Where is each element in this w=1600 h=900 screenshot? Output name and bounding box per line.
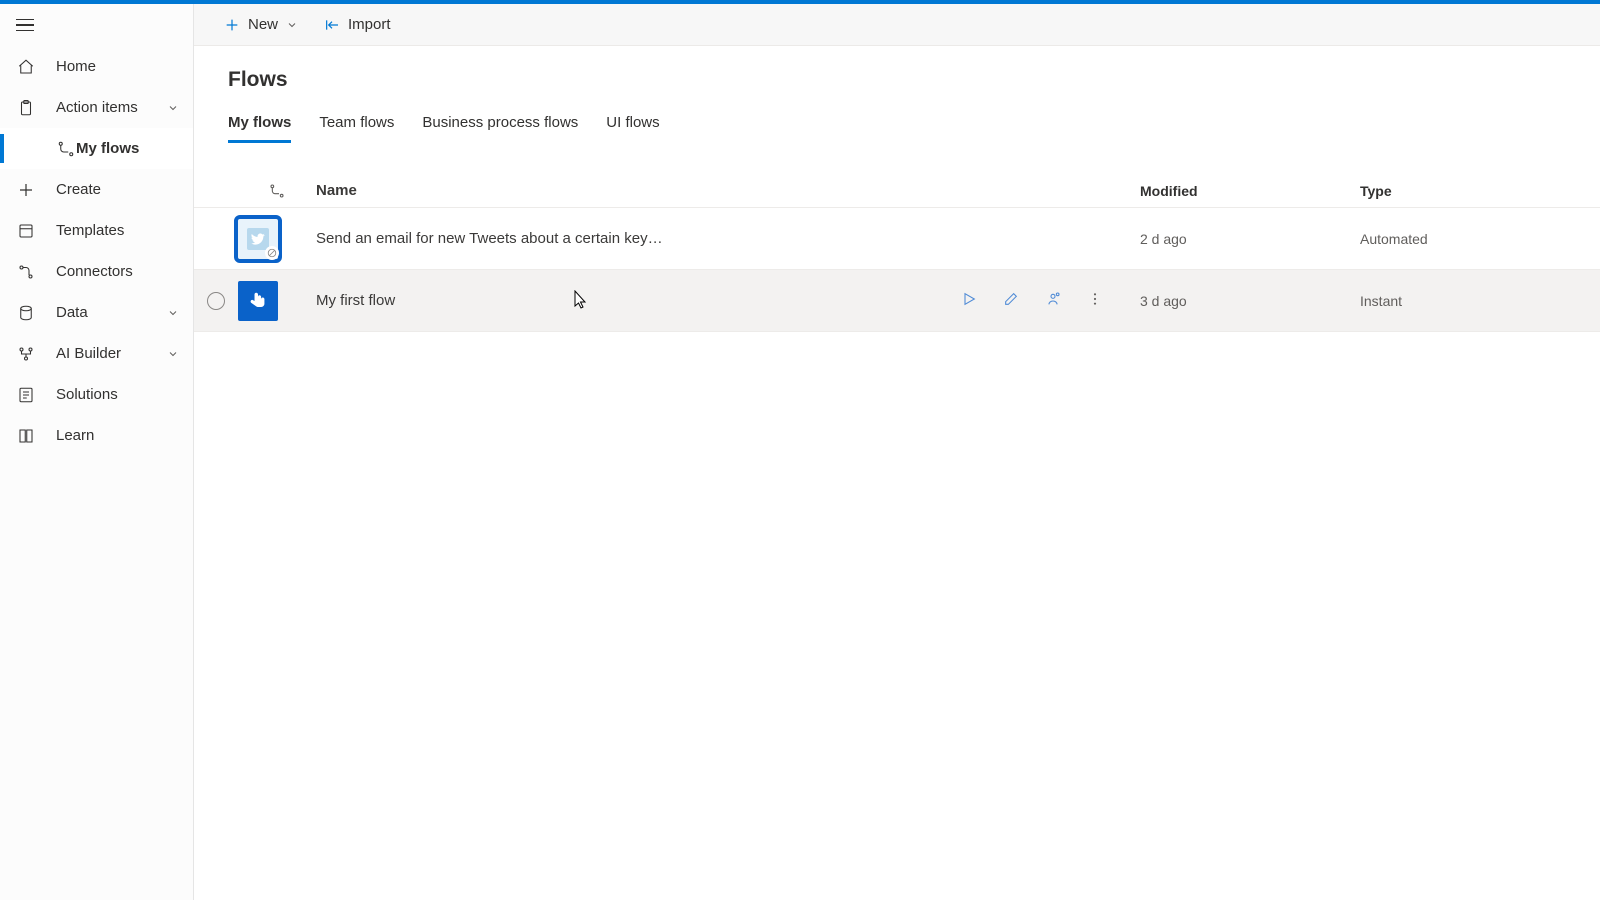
- nav-templates[interactable]: Templates: [0, 210, 193, 251]
- new-button-label: New: [248, 16, 278, 33]
- list-row[interactable]: My first flow: [194, 270, 1600, 332]
- hamburger-row: [0, 4, 193, 46]
- solutions-icon: [16, 385, 36, 405]
- nav-label: Connectors: [56, 263, 133, 280]
- list-header: Name Modified Type: [194, 174, 1600, 208]
- flow-icon: [56, 139, 76, 159]
- nav-learn[interactable]: Learn: [0, 415, 193, 456]
- column-type[interactable]: Type: [1360, 183, 1580, 199]
- clipboard-icon: [16, 98, 36, 118]
- nav-connectors[interactable]: Connectors: [0, 251, 193, 292]
- nav-label: Create: [56, 181, 101, 198]
- edit-icon[interactable]: [1002, 290, 1020, 308]
- flow-modified: 3 d ago: [1140, 293, 1360, 309]
- flow-icon-twitter: [238, 219, 278, 259]
- ai-builder-icon: [16, 344, 36, 364]
- flow-type: Instant: [1360, 293, 1580, 309]
- nav-solutions[interactable]: Solutions: [0, 374, 193, 415]
- chevron-down-icon: [286, 19, 298, 31]
- chevron-down-icon: [167, 102, 179, 114]
- plus-icon: [16, 180, 36, 200]
- import-button-label: Import: [348, 16, 391, 33]
- nav-action-items[interactable]: Action items: [0, 87, 193, 128]
- nav-label: Data: [56, 304, 88, 321]
- nav-label: Learn: [56, 427, 94, 444]
- disabled-badge-icon: [265, 246, 279, 260]
- flow-name[interactable]: Send an email for new Tweets about a cer…: [316, 230, 960, 247]
- flows-list: Name Modified Type: [194, 144, 1600, 332]
- column-name[interactable]: Name: [316, 182, 960, 199]
- nav-label: My flows: [76, 140, 139, 157]
- left-nav: Home Action items My flows: [0, 4, 194, 900]
- nav-home[interactable]: Home: [0, 46, 193, 87]
- connectors-icon: [16, 262, 36, 282]
- tabs: My flows Team flows Business process flo…: [194, 106, 1600, 144]
- flow-type: Automated: [1360, 231, 1580, 247]
- row-select-radio[interactable]: [207, 292, 225, 310]
- data-icon: [16, 303, 36, 323]
- tab-ui-flows[interactable]: UI flows: [606, 106, 659, 143]
- page-title: Flows: [194, 46, 1600, 106]
- import-button[interactable]: Import: [318, 4, 397, 45]
- row-actions: [960, 290, 1104, 308]
- nav-label: AI Builder: [56, 345, 121, 362]
- list-row[interactable]: Send an email for new Tweets about a cer…: [194, 208, 1600, 270]
- tab-business-process-flows[interactable]: Business process flows: [422, 106, 578, 143]
- tab-my-flows[interactable]: My flows: [228, 106, 291, 143]
- flow-name[interactable]: My first flow: [316, 292, 960, 309]
- nav-label: Templates: [56, 222, 124, 239]
- more-icon[interactable]: [1086, 290, 1104, 308]
- main-content: New Import Flows My flows Team flows Bus…: [194, 4, 1600, 900]
- nav-label: Solutions: [56, 386, 118, 403]
- command-bar: New Import: [194, 4, 1600, 46]
- share-icon[interactable]: [1044, 290, 1062, 308]
- flow-icon-instant: [238, 281, 278, 321]
- flow-icon: [238, 183, 316, 199]
- templates-icon: [16, 221, 36, 241]
- nav-my-flows[interactable]: My flows: [0, 128, 193, 169]
- tab-team-flows[interactable]: Team flows: [319, 106, 394, 143]
- nav-label: Action items: [56, 99, 138, 116]
- plus-icon: [224, 17, 240, 33]
- chevron-down-icon: [167, 348, 179, 360]
- learn-icon: [16, 426, 36, 446]
- hamburger-icon[interactable]: [16, 13, 40, 37]
- home-icon: [16, 57, 36, 77]
- chevron-down-icon: [167, 307, 179, 319]
- nav-label: Home: [56, 58, 96, 75]
- import-icon: [324, 17, 340, 33]
- nav-ai-builder[interactable]: AI Builder: [0, 333, 193, 374]
- nav-create[interactable]: Create: [0, 169, 193, 210]
- new-button[interactable]: New: [218, 4, 304, 45]
- flow-modified: 2 d ago: [1140, 231, 1360, 247]
- nav-data[interactable]: Data: [0, 292, 193, 333]
- run-icon[interactable]: [960, 290, 978, 308]
- column-modified[interactable]: Modified: [1140, 183, 1360, 199]
